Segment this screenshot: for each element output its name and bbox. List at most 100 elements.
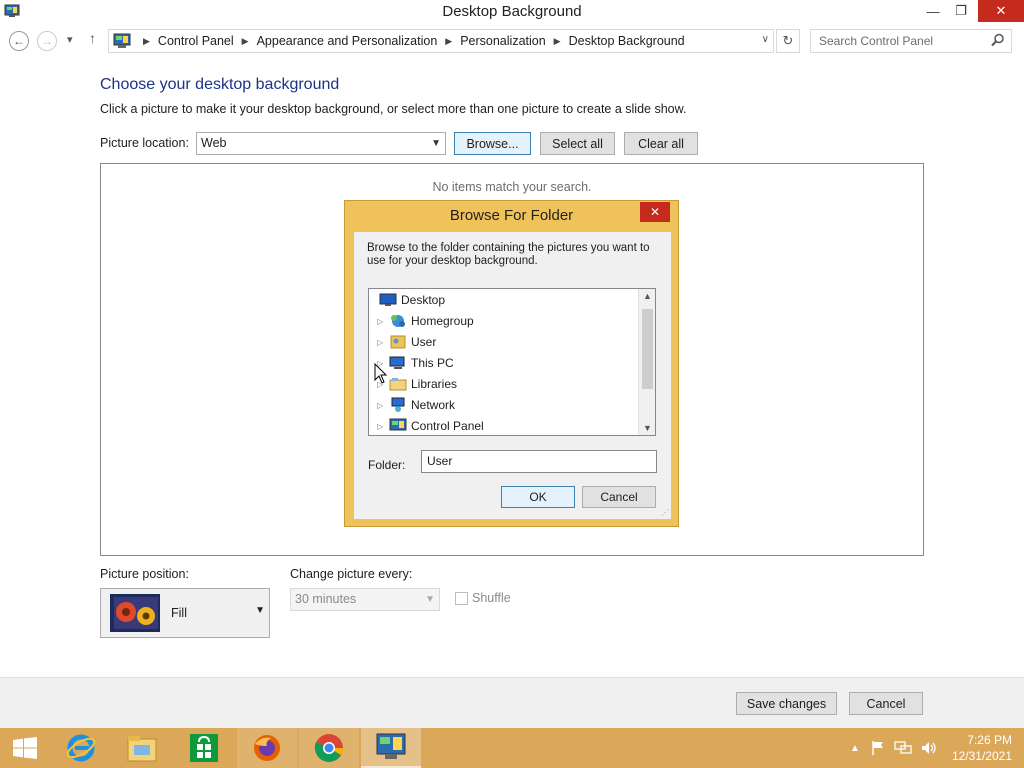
expand-arrow-icon[interactable]: ▷ xyxy=(377,317,387,326)
change-picture-select[interactable]: 30 minutes ▼ xyxy=(290,588,440,611)
dialog-description: Browse to the folder containing the pict… xyxy=(367,242,650,267)
taskbar-clock[interactable]: 7:26 PM 12/31/2021 xyxy=(952,732,1012,764)
page-title: Choose your desktop background xyxy=(100,76,340,93)
control-panel-icon xyxy=(376,733,406,759)
change-picture-label: Change picture every: xyxy=(290,567,413,581)
desktop-icon xyxy=(379,293,397,306)
chevron-down-icon: ▼ xyxy=(431,138,441,149)
back-button[interactable]: ← xyxy=(9,31,29,51)
forward-button[interactable]: → xyxy=(37,31,57,51)
recent-locations-button[interactable]: ▾ xyxy=(67,33,73,46)
picture-position-select[interactable]: Fill ▼ xyxy=(100,588,270,638)
picture-location-label: Picture location: xyxy=(100,136,189,150)
up-button[interactable]: ↑ xyxy=(89,30,96,46)
tree-label: Libraries xyxy=(411,377,458,391)
save-changes-button[interactable]: Save changes xyxy=(736,692,837,715)
folder-input[interactable]: User xyxy=(421,450,657,473)
scroll-down-icon[interactable]: ▼ xyxy=(639,423,655,433)
tree-label: Homegroup xyxy=(411,314,474,328)
tree-item-user[interactable]: ▷ User xyxy=(369,332,436,352)
taskbar-internet-explorer[interactable] xyxy=(51,728,111,768)
checkbox-box[interactable] xyxy=(455,591,468,605)
scroll-up-icon[interactable]: ▲ xyxy=(639,291,655,301)
action-center-flag-icon[interactable] xyxy=(870,740,886,756)
title-bar: Desktop Background — ❐ ✕ xyxy=(0,0,1024,24)
clear-all-button[interactable]: Clear all xyxy=(624,132,698,155)
firefox-icon xyxy=(254,735,280,761)
folder-tree[interactable]: Desktop ▷ Homegroup ▷ User ▷ This PC ▷ L… xyxy=(368,288,656,436)
taskbar-store[interactable] xyxy=(174,728,234,768)
control-panel-icon xyxy=(389,418,407,431)
taskbar-file-explorer[interactable] xyxy=(112,728,172,768)
network-status-icon[interactable] xyxy=(894,740,912,756)
refresh-button[interactable]: ↻ xyxy=(776,29,800,53)
store-icon xyxy=(190,734,218,762)
minimize-button[interactable]: — xyxy=(920,0,946,22)
tree-item-homegroup[interactable]: ▷ Homegroup xyxy=(369,311,474,331)
this-pc-icon xyxy=(389,356,405,369)
dialog-cancel-button[interactable]: Cancel xyxy=(582,486,656,508)
search-input[interactable]: Search Control Panel xyxy=(810,29,1012,53)
restore-button[interactable]: ❐ xyxy=(948,0,974,22)
picture-position-label: Picture position: xyxy=(100,567,189,581)
select-all-button[interactable]: Select all xyxy=(540,132,615,155)
tree-label: User xyxy=(411,335,437,349)
taskbar-firefox[interactable] xyxy=(237,728,297,768)
browse-button[interactable]: Browse... xyxy=(454,132,531,155)
volume-icon[interactable] xyxy=(920,740,938,756)
breadcrumb-appearance[interactable]: Appearance and Personalization xyxy=(257,34,438,48)
breadcrumb-control-panel[interactable]: Control Panel xyxy=(158,34,234,48)
tree-label: Control Panel xyxy=(411,419,484,433)
dialog-title: Browse For Folder xyxy=(449,207,574,224)
address-bar[interactable]: ▶ Control Panel ▶ Appearance and Persona… xyxy=(108,29,774,53)
chrome-icon xyxy=(314,734,343,762)
taskbar-control-panel[interactable] xyxy=(361,728,421,768)
breadcrumb-separator-icon: ▶ xyxy=(241,35,249,46)
mouse-cursor-icon xyxy=(374,363,388,384)
tree-item-control-panel[interactable]: ▷ Control Panel xyxy=(369,416,484,435)
wallpaper-thumbnail xyxy=(110,594,160,632)
dialog-body: Browse to the folder containing the pict… xyxy=(354,232,671,519)
scroll-thumb[interactable] xyxy=(642,309,653,389)
expand-arrow-icon[interactable]: ▷ xyxy=(377,401,387,410)
libraries-icon xyxy=(389,378,407,391)
control-panel-icon xyxy=(113,33,131,48)
breadcrumb-desktop-background[interactable]: Desktop Background xyxy=(569,34,685,48)
picture-location-select[interactable]: Web ▼ xyxy=(196,132,446,155)
shuffle-label: Shuffle xyxy=(472,591,511,605)
taskbar: ▲ 7:26 PM 12/31/2021 xyxy=(0,728,1024,768)
expand-arrow-icon[interactable]: ▷ xyxy=(377,338,387,347)
user-folder-icon xyxy=(390,335,406,349)
breadcrumb-separator-icon: ▶ xyxy=(445,35,453,46)
taskbar-chrome[interactable] xyxy=(299,728,359,768)
resize-grip-icon[interactable]: ⋰ xyxy=(661,508,669,517)
dialog-close-button[interactable]: ✕ xyxy=(640,202,670,222)
tree-label: Network xyxy=(411,398,456,412)
chevron-down-icon: ▼ xyxy=(255,605,265,616)
internet-explorer-icon xyxy=(66,734,96,762)
navigation-bar: ← → ▾ ↑ ▶ Control Panel ▶ Appearance and… xyxy=(0,28,1024,54)
expand-arrow-icon[interactable]: ▷ xyxy=(377,422,387,431)
shuffle-checkbox[interactable]: Shuffle xyxy=(455,591,511,605)
picture-position-value: Fill xyxy=(171,606,187,620)
file-explorer-icon xyxy=(127,736,157,762)
ok-button[interactable]: OK xyxy=(501,486,575,508)
chevron-down-icon: ▼ xyxy=(425,594,435,605)
close-button[interactable]: ✕ xyxy=(978,0,1024,22)
change-picture-value: 30 minutes xyxy=(295,592,357,606)
browse-for-folder-dialog: Browse For Folder ✕ Browse to the folder… xyxy=(344,200,679,527)
clock-time: 7:26 PM xyxy=(967,733,1012,747)
address-dropdown-icon[interactable]: ∨ xyxy=(762,34,769,45)
network-icon xyxy=(391,397,405,412)
breadcrumb-personalization[interactable]: Personalization xyxy=(460,34,545,48)
tree-item-desktop[interactable]: Desktop xyxy=(369,290,445,310)
start-button[interactable] xyxy=(0,728,50,768)
search-icon[interactable] xyxy=(991,33,1005,47)
breadcrumb-separator-icon: ▶ xyxy=(143,35,150,46)
page-instruction: Click a picture to make it your desktop … xyxy=(100,102,687,116)
tree-item-network[interactable]: ▷ Network xyxy=(369,395,455,415)
tree-scrollbar[interactable]: ▲ ▼ xyxy=(638,289,655,435)
show-hidden-icons-icon[interactable]: ▲ xyxy=(850,743,860,754)
cancel-button[interactable]: Cancel xyxy=(849,692,923,715)
clock-date: 12/31/2021 xyxy=(951,749,1012,763)
